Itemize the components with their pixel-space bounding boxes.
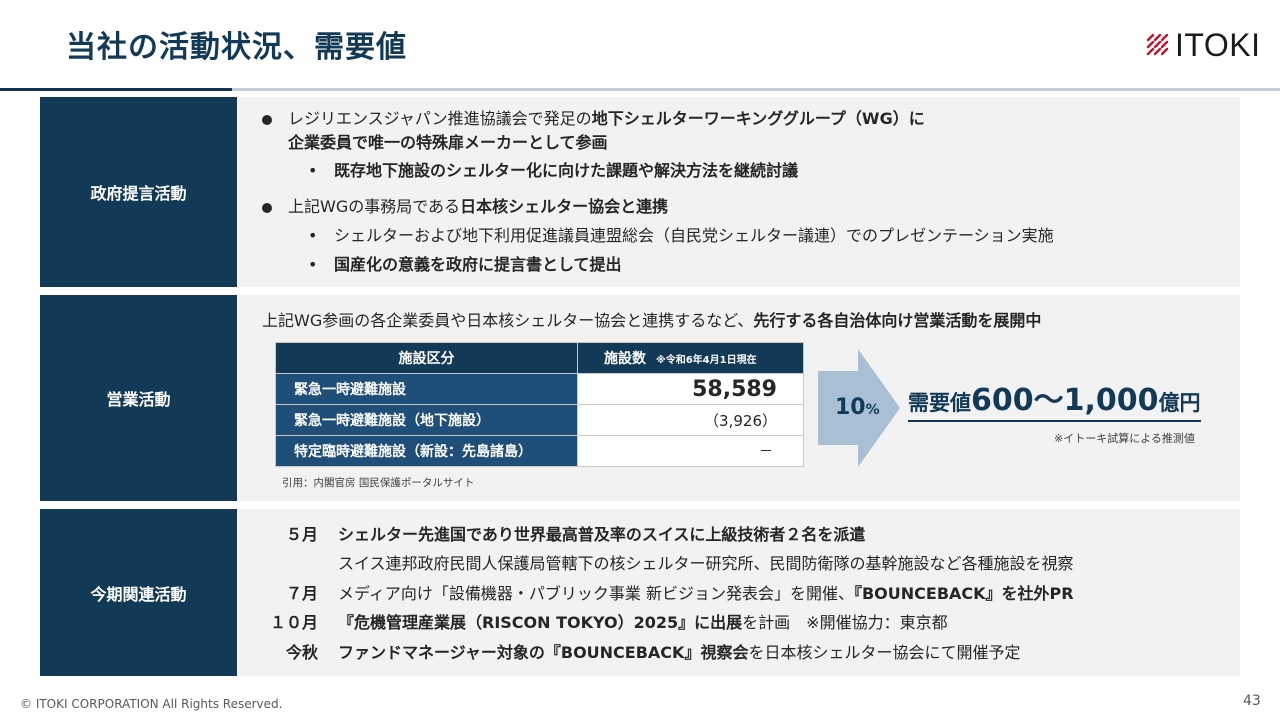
table-cell-category: 特定臨時避難施設（新設：先島諸島）	[275, 435, 578, 467]
arrow-percentage: 10%	[835, 395, 880, 420]
page-title: 当社の活動状況、需要値	[66, 30, 407, 65]
table-row: 緊急一時避難施設（地下施設） （3,926）	[275, 404, 804, 436]
section-sales: 営業活動 上記WG参画の各企業委員や日本核シェルター協会と連携するなど、先行する…	[40, 295, 1240, 501]
bullet-dot-icon	[262, 203, 272, 213]
table-source: 引用：内閣官房 国民保護ポータルサイト	[282, 477, 475, 489]
table-row: 緊急一時避難施設 58,589	[275, 373, 804, 405]
title-divider-accent	[0, 88, 232, 91]
activity-month: 今秋	[285, 643, 318, 662]
activity-text: 『危機管理産業展（RISCON TOKYO）2025』に出展を計画 ※開催協力：…	[338, 613, 948, 632]
activity-month: ７月	[285, 584, 318, 603]
sub-bullet-item: • 既存地下施設のシェルター化に向けた課題や解決方法を継続討議	[308, 161, 799, 180]
sub-bullet-item: • 国産化の意義を政府に提言書として提出	[308, 255, 622, 274]
section-period: 今期関連活動 ５月 シェルター先進国であり世界最高普及率のスイスに上級技術者２名…	[40, 509, 1240, 676]
logo-mark-icon	[1146, 33, 1169, 56]
table-row: 特定臨時避難施設（新設：先島諸島） －	[275, 435, 804, 467]
section-government: 政府提言活動 レジリエンスジャパン推進協議会で発足の地下シェルターワーキンググル…	[40, 97, 1240, 287]
logo-text: ITOKI	[1175, 27, 1261, 63]
demand-value: 需要値600～1,000億円	[908, 386, 1201, 422]
page-number: 43	[1243, 693, 1261, 709]
activity-text: メディア向け「設備機器・パブリック事業 新ビジョン発表会」を開催、『BOUNCE…	[338, 584, 1074, 603]
section-label: 営業活動	[40, 295, 237, 501]
section-label: 今期関連活動	[40, 509, 237, 676]
activity-text: シェルター先進国であり世界最高普及率のスイスに上級技術者２名を派遣	[338, 525, 866, 544]
bullet-text: 上記WGの事務局である日本核シェルター協会と連携	[288, 197, 669, 216]
table-header-row: 施設区分 施設数 ※令和6年4月1日現在	[275, 342, 804, 374]
table-cell-count: （3,926）	[577, 404, 804, 436]
table-cell-category: 緊急一時避難施設（地下施設）	[275, 404, 578, 436]
demand-note: ※イトーキ試算による推測値	[1054, 432, 1195, 445]
bullet-dot-icon	[262, 115, 272, 125]
table-header-category: 施設区分	[275, 342, 578, 374]
table-header-count: 施設数 ※令和6年4月1日現在	[577, 342, 804, 374]
section-label: 政府提言活動	[40, 97, 237, 287]
bullet-text: レジリエンスジャパン推進協議会で発足の地下シェルターワーキンググループ（WG）に	[288, 109, 925, 128]
table-cell-count: 58,589	[577, 373, 804, 405]
sub-bullet-item: • シェルターおよび地下利用促進議員連盟総会（自民党シェルター議連）でのプレゼンテ…	[308, 226, 1054, 245]
activity-text: ファンドマネージャー対象の『BOUNCEBACK』視察会を日本核シェルター協会に…	[338, 643, 1021, 662]
facility-table: 施設区分 施設数 ※令和6年4月1日現在 緊急一時避難施設 58,589 緊急一時…	[275, 342, 804, 467]
activity-month: ５月	[285, 525, 318, 544]
copyright-footer: © ITOKI CORPORATION All Rights Reserved.	[20, 697, 283, 711]
bullet-text-cont: 企業委員で唯一の特殊扉メーカーとして参画	[288, 133, 608, 152]
table-cell-count: －	[577, 435, 804, 467]
table-cell-category: 緊急一時避難施設	[275, 373, 578, 405]
sales-intro: 上記WG参画の各企業委員や日本核シェルター協会と連携するなど、先行する各自治体向…	[262, 311, 1042, 330]
activity-text: スイス連邦政府民間人保護局管轄下の核シェルター研究所、民間防衛隊の基幹施設など各…	[338, 554, 1074, 573]
activity-month: １０月	[269, 613, 318, 632]
itoki-logo: ITOKI	[1145, 28, 1260, 62]
